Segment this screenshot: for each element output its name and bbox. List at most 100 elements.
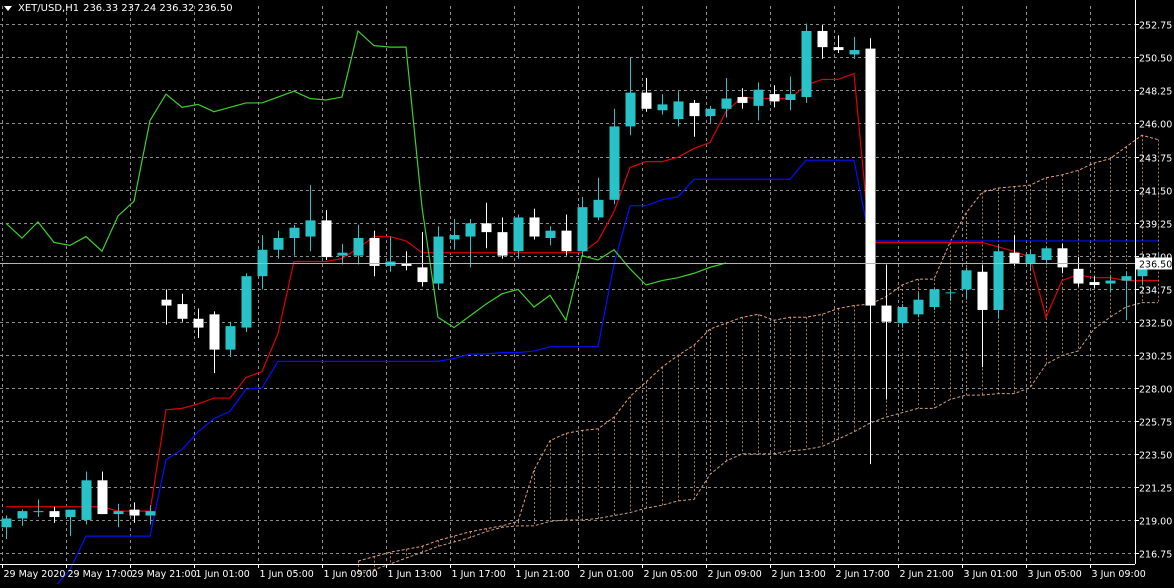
candle-body-bear [737, 97, 748, 103]
candle-body-bear [97, 480, 108, 515]
y-tick-label: 239.25 [1139, 220, 1172, 231]
candle-body-bull [577, 207, 588, 252]
x-tick-label: 1 Jun 13:00 [388, 569, 442, 580]
y-tick-label: 252.75 [1139, 21, 1172, 32]
y-tick-label: 225.75 [1139, 418, 1172, 429]
candle-body-bull [337, 252, 348, 256]
y-tick-label: 243.75 [1139, 154, 1172, 165]
candle-body-bull [657, 104, 668, 111]
candle-body-bull [1121, 276, 1132, 281]
candle-body-bull [785, 94, 796, 100]
y-tick-label: 237.00 [1139, 253, 1172, 264]
y-tick-label: 234.75 [1139, 286, 1172, 297]
candle-body-bear [369, 238, 380, 266]
candle-body-bear [817, 30, 828, 48]
x-tick-label: 1 Jun 21:00 [516, 569, 570, 580]
x-tick-label: 2 Jun 17:00 [836, 569, 890, 580]
candle-body-bull [33, 511, 44, 513]
x-tick-label: 2 Jun 09:00 [708, 569, 762, 580]
candle-body-bull [289, 227, 300, 239]
candle-body-bull [673, 101, 684, 120]
candle-body-bear [161, 299, 172, 306]
candle-body-bull [81, 480, 92, 520]
candle-body-bear [481, 223, 492, 233]
candle-body-bear [529, 217, 540, 237]
candle-body-bull [753, 89, 764, 106]
candle-body-bull [113, 511, 124, 515]
candle-body-bear [689, 102, 700, 117]
candle-body-bull [913, 299, 924, 315]
candle-body-bear [641, 92, 652, 109]
x-tick-label: 2 Jun 13:00 [772, 569, 826, 580]
y-tick-label: 228.00 [1139, 385, 1172, 396]
candle-body-bull [705, 108, 716, 117]
candle-body-bull [929, 289, 940, 308]
candle-body-bear [177, 304, 188, 319]
candle-body-bull [625, 92, 636, 127]
candle-body-bull [993, 251, 1004, 310]
candle-body-bull [65, 509, 76, 518]
candle-body-bear [209, 314, 220, 350]
candle-body-bull [465, 223, 476, 237]
candle-body-bear [1057, 248, 1068, 268]
y-tick-label: 230.25 [1139, 352, 1172, 363]
candle-body-bull [241, 276, 252, 328]
x-tick-label: 3 Jun 01:00 [964, 569, 1018, 580]
candle-body-bear [1073, 268, 1084, 284]
x-tick-label: 29 May 21:00 [132, 569, 197, 580]
candle-body-bull [1, 518, 12, 528]
y-tick-label: 223.50 [1139, 451, 1172, 462]
y-tick-label: 232.50 [1139, 319, 1172, 330]
x-tick-label: 3 Jun 05:00 [1028, 569, 1082, 580]
candle-body-bull [225, 326, 236, 350]
candle-body-bull [897, 307, 908, 324]
candle-body-bear [561, 230, 572, 252]
candle-body-bull [1105, 280, 1116, 284]
x-tick-label: 2 Jun 05:00 [644, 569, 698, 580]
candle-body-bear [865, 48, 876, 306]
x-tick-label: 29 May 17:00 [68, 569, 133, 580]
candle-body-bear [193, 318, 204, 328]
x-tick-label: 1 Jun 01:00 [196, 569, 250, 580]
candle-body-bull [433, 236, 444, 284]
candle-body-bull [593, 199, 604, 218]
candle-body-bull [273, 238, 284, 250]
candle-body-bear [417, 267, 428, 283]
candle-body-bull [961, 270, 972, 290]
candle-body-bull [305, 220, 316, 237]
candle-body-bull [545, 230, 556, 239]
candle-body-bull [513, 217, 524, 252]
candle-body-bear [497, 232, 508, 256]
candle-body-bull [945, 292, 956, 294]
candle-body-bull [449, 235, 460, 240]
y-tick-label: 241.50 [1139, 187, 1172, 198]
candle-body-bear [977, 271, 988, 310]
x-tick-label: 3 Jun 09:00 [1092, 569, 1146, 580]
candle-body-bear [1009, 252, 1020, 263]
candle-body-bear [49, 511, 60, 518]
y-tick-label: 250.50 [1139, 54, 1172, 65]
candle-body-bull [145, 511, 156, 516]
candle-body-bear [1089, 282, 1100, 285]
y-tick-label: 246.00 [1139, 120, 1172, 131]
dropdown-triangle-icon[interactable] [4, 6, 12, 11]
candle-body-bear [321, 220, 332, 258]
chart-canvas[interactable]: 236.50 252.75250.50248.25246.00243.75241… [0, 0, 1174, 588]
candle-body-bear [881, 305, 892, 322]
candle-body-bear [769, 94, 780, 102]
candle-body-bull [353, 238, 364, 256]
quote-label: 236.33 237.24 236.32 236.50 [83, 3, 233, 14]
x-tick-label: 2 Jun 21:00 [900, 569, 954, 580]
chart-window[interactable]: 236.50 252.75 250.50 248.25 246.00 243.75 241… [0, 0, 1174, 588]
candle-body-bull [721, 98, 732, 109]
x-tick-label: 1 Jun 17:00 [452, 569, 506, 580]
y-tick-label: 216.75 [1139, 550, 1172, 561]
x-tick-label: 1 Jun 05:00 [260, 569, 314, 580]
candle-body-bull [609, 126, 620, 200]
y-tick-label: 219.00 [1139, 517, 1172, 528]
candle-body-bull [801, 30, 812, 98]
candle-body-bull [849, 50, 860, 55]
candle-body-bear [129, 509, 140, 516]
candle-body-bull [257, 249, 268, 277]
x-tick-label: 29 May 2020 [4, 569, 66, 580]
